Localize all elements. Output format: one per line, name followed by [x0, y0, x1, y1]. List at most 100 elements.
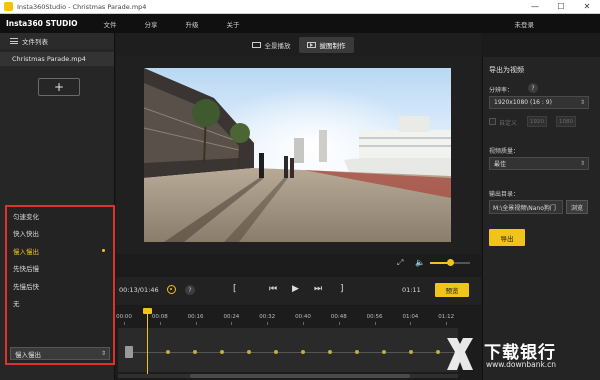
keyframe-marker[interactable] — [301, 350, 305, 354]
ruler-tick-label: 00:24 — [223, 314, 240, 320]
ruler-tick-label: 00:00 — [116, 314, 132, 320]
speed-option-uniform[interactable]: 匀速变化 — [7, 207, 113, 225]
keyframe-target-icon[interactable] — [167, 285, 176, 294]
ruler-tick-label: 00:48 — [330, 314, 347, 320]
keyframe-marker[interactable] — [166, 350, 170, 354]
ruler-tick — [267, 322, 269, 325]
output-dir-input[interactable]: M:\全景视频\Nano狗门 — [489, 200, 563, 214]
video-icon — [306, 42, 316, 48]
next-frame-button[interactable]: ⏭ — [314, 284, 322, 294]
keyframe-marker[interactable] — [220, 350, 224, 354]
ruler-tick — [338, 322, 340, 325]
help-icon[interactable]: ? — [528, 83, 538, 93]
menu-share[interactable]: 分享 — [145, 19, 158, 29]
resolution-label: 分辨率： — [489, 87, 514, 94]
prev-frame-button[interactable]: ⏮ — [269, 284, 277, 294]
speed-curve-select[interactable]: 慢入慢出 ⇕ — [10, 347, 110, 360]
minimize-button[interactable]: — — [522, 0, 548, 14]
ruler-tick-label: 00:32 — [259, 314, 276, 320]
brand-logo: Insta360 STUDIO — [6, 19, 78, 28]
view-controls — [116, 254, 481, 272]
maximize-button[interactable]: ☐ — [548, 0, 574, 14]
select-caret-icon: ⇕ — [100, 350, 106, 357]
ruler-tick — [124, 322, 125, 325]
select-caret-icon: ⇕ — [579, 99, 585, 106]
menu-upgrade[interactable]: 升级 — [186, 19, 199, 29]
ruler-tick-label: 01:12 — [438, 314, 455, 320]
quality-label: 视频质量： — [489, 148, 520, 155]
resolution-value: 1920x1080 (16 : 9) — [494, 99, 552, 106]
tab-panorama-play[interactable]: 全景播放 — [244, 37, 299, 53]
export-button[interactable]: 导出 — [489, 229, 525, 246]
tab-label: 拔图制作 — [319, 42, 346, 50]
file-item[interactable]: Christmas Parade.mp4 — [0, 52, 114, 66]
ruler-tick-label: 00:16 — [187, 314, 204, 320]
mode-tabs: 全景播放 拔图制作 — [116, 33, 481, 57]
play-button[interactable]: ▶ — [292, 284, 299, 294]
playhead-line[interactable] — [147, 309, 148, 374]
volume-icon[interactable]: 🔈 — [415, 258, 425, 267]
keyframe-marker[interactable] — [409, 350, 413, 354]
speed-option-fast-in-out[interactable]: 快入快出 — [7, 225, 113, 243]
timeline-scroll-thumb[interactable] — [190, 374, 410, 378]
watermark-logo-icon — [447, 338, 473, 370]
speed-option-slow-then-fast[interactable]: 先慢后快 — [7, 277, 113, 295]
ruler-tick — [231, 322, 233, 325]
selected-dot-icon — [102, 249, 105, 252]
browse-button[interactable]: 浏览 — [566, 200, 588, 214]
panorama-icon — [251, 42, 261, 48]
playhead-handle[interactable] — [143, 308, 152, 314]
window-titlebar: Insta360Studio - Christmas Parade.mp4 — … — [0, 0, 600, 14]
close-button[interactable]: ✕ — [574, 0, 600, 14]
speed-select-value: 慢入慢出 — [15, 350, 41, 359]
add-file-button[interactable]: + — [38, 78, 80, 96]
speed-option-slow-in-out[interactable]: 慢入慢出 — [7, 242, 113, 260]
menu-about[interactable]: 关于 — [227, 19, 240, 29]
help-icon[interactable]: ? — [185, 285, 195, 295]
video-preview[interactable] — [144, 68, 451, 242]
window-title: Insta360Studio - Christmas Parade.mp4 — [17, 2, 147, 11]
tab-clip-make[interactable]: 拔图制作 — [298, 37, 354, 53]
menu-file[interactable]: 文件 — [104, 19, 117, 29]
keyframe-marker[interactable] — [193, 350, 197, 354]
file-list-title: 文件列表 — [22, 38, 48, 46]
speed-option-fast-then-slow[interactable]: 先快后慢 — [7, 260, 113, 278]
speed-option-label: 慢入慢出 — [13, 247, 39, 256]
custom-size-label: 自定义 — [499, 120, 518, 127]
mark-in-button[interactable]: [ — [233, 284, 237, 294]
ruler-tick-label: 00:56 — [366, 314, 383, 320]
quality-value: 最佳 — [494, 161, 507, 168]
preview-button[interactable]: 预览 — [435, 283, 469, 297]
file-list-header: 文件列表 — [0, 33, 114, 49]
height-input[interactable]: 1080 — [556, 116, 576, 127]
watermark-url: www.downbank.cn — [486, 360, 557, 369]
custom-size-checkbox[interactable] — [489, 118, 496, 125]
volume-slider-handle[interactable] — [447, 259, 454, 266]
ruler-tick-label: 01:04 — [402, 314, 419, 320]
app-icon — [4, 2, 13, 11]
resolution-select[interactable]: 1920x1080 (16 : 9) ⇕ — [489, 96, 589, 109]
tab-label: 全景播放 — [264, 42, 291, 50]
keyframe-marker[interactable] — [328, 350, 332, 354]
select-caret-icon: ⇕ — [579, 160, 585, 167]
clip-start-handle[interactable] — [125, 346, 133, 358]
login-link[interactable]: 未登录 — [515, 19, 535, 29]
keyframe-marker[interactable] — [247, 350, 251, 354]
speed-option-none[interactable]: 无 — [7, 295, 113, 313]
video-frame-image — [144, 68, 451, 242]
keyframe-marker[interactable] — [274, 350, 278, 354]
ruler-tick — [446, 322, 448, 325]
speed-curve-menu: 匀速变化 快入快出 慢入慢出 先快后慢 先慢后快 无 慢入慢出 ⇕ — [5, 205, 115, 365]
mark-out-button[interactable]: ] — [340, 284, 344, 294]
export-title: 导出为视频 — [489, 66, 524, 74]
keyframe-marker[interactable] — [436, 350, 440, 354]
keyframe-marker[interactable] — [355, 350, 359, 354]
keyframe-marker[interactable] — [382, 350, 386, 354]
fullscreen-icon[interactable]: ⤢ — [397, 258, 403, 268]
current-time: 00:13/01:46 — [119, 286, 159, 294]
output-dir-label: 输出目录： — [489, 191, 520, 198]
ruler-tick — [410, 322, 412, 325]
width-input[interactable]: 1920 — [527, 116, 547, 127]
duration-time: 01:11 — [402, 286, 421, 294]
quality-select[interactable]: 最佳 ⇕ — [489, 157, 589, 170]
